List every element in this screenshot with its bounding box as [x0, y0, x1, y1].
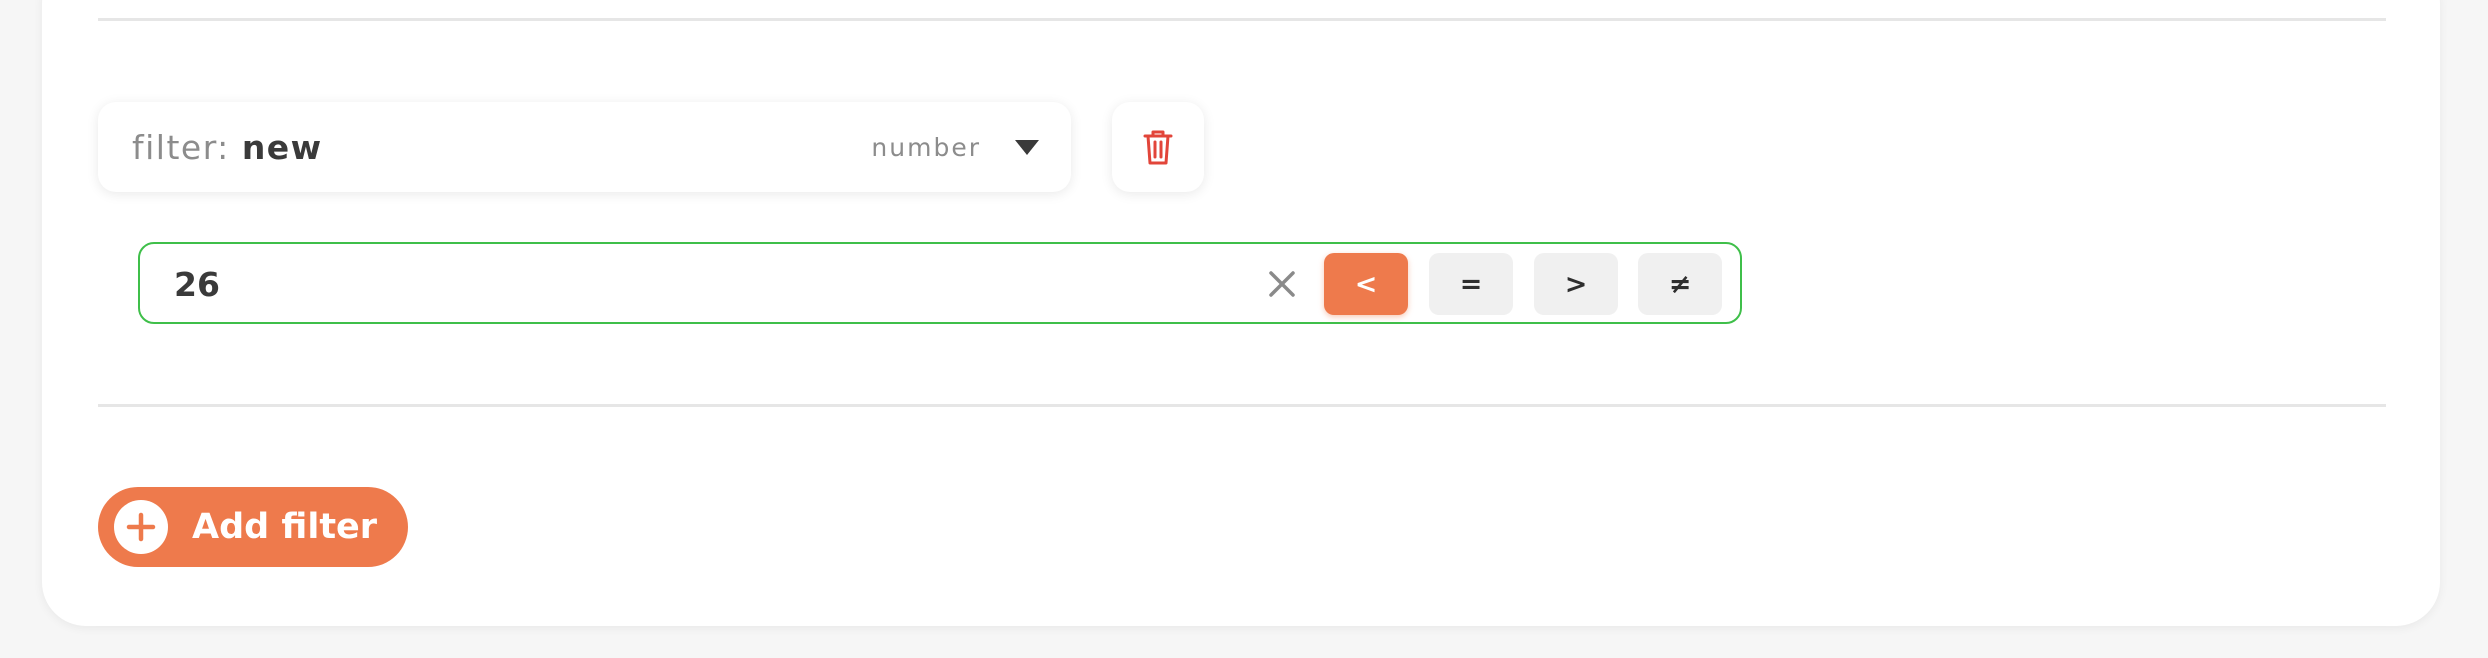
operator-greater-than-button[interactable]: > — [1534, 253, 1618, 315]
plus-circle-icon — [114, 500, 168, 554]
trash-icon — [1143, 130, 1173, 165]
bottom-divider — [98, 404, 2386, 407]
clear-value-button[interactable] — [1262, 264, 1302, 304]
operator-not-equal-button[interactable]: ≠ — [1638, 253, 1722, 315]
filter-value-row: < = > ≠ — [138, 242, 1742, 324]
delete-filter-button[interactable] — [1112, 102, 1204, 192]
add-filter-label: Add filter — [192, 507, 378, 547]
filter-prefix-label: filter: — [132, 127, 230, 167]
close-icon — [1269, 271, 1295, 297]
filter-field-type: number — [871, 132, 981, 162]
filter-field-select[interactable]: filter: new number — [98, 102, 1071, 192]
operator-equals-button[interactable]: = — [1429, 253, 1513, 315]
caret-down-icon[interactable] — [1015, 139, 1039, 155]
filter-field-name: new — [241, 127, 323, 167]
operator-less-than-button[interactable]: < — [1324, 253, 1408, 315]
top-divider — [98, 18, 2386, 21]
filter-value-input[interactable] — [174, 260, 1274, 308]
add-filter-button[interactable]: Add filter — [98, 487, 408, 567]
